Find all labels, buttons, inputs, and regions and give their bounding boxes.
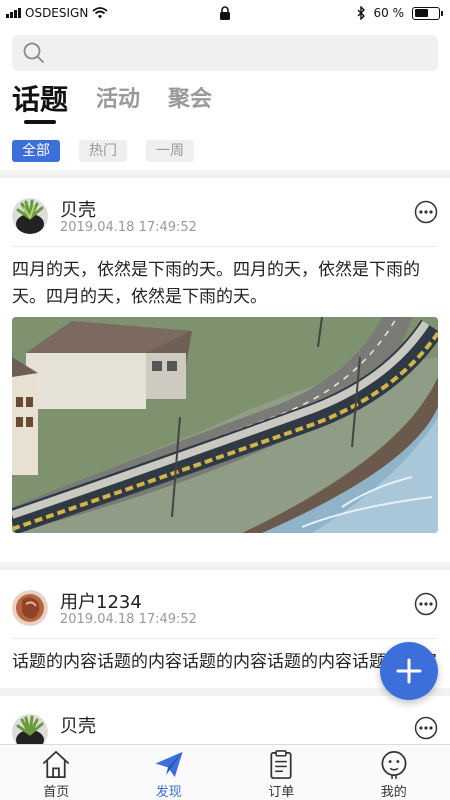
- section-separator: [0, 170, 450, 178]
- plus-icon: [396, 658, 422, 684]
- nav-mine-label: 我的: [380, 785, 407, 800]
- post-photo[interactable]: [12, 317, 438, 533]
- nav-discover-label: 发现: [155, 785, 182, 800]
- search-bar[interactable]: [12, 35, 438, 71]
- nav-orders-label: 订单: [268, 785, 295, 800]
- battery-percent: 60 %: [373, 6, 405, 20]
- section-separator: [0, 562, 450, 570]
- clipboard-icon: [270, 750, 292, 779]
- carrier-name: OSDESIGN: [25, 6, 89, 20]
- tab-activities[interactable]: 活动: [96, 84, 140, 116]
- nav-mine[interactable]: 我的: [338, 745, 450, 800]
- post-text: 四月的天，依然是下雨的天。四月的天，依然是下雨的天。四月的天，依然是下雨的天。: [12, 260, 420, 307]
- bottom-nav: 首页 发现 订单 我的: [0, 744, 450, 800]
- topic-tabs: 话题 活动 聚会: [12, 84, 212, 124]
- filter-week[interactable]: 一周: [146, 140, 194, 162]
- post-time: 2019.04.18 17:49:52: [60, 220, 197, 235]
- avatar[interactable]: [12, 198, 48, 234]
- tab-gatherings[interactable]: 聚会: [168, 84, 212, 116]
- filter-all[interactable]: 全部: [12, 140, 60, 162]
- add-post-button[interactable]: [380, 642, 438, 700]
- battery-icon: [412, 6, 443, 20]
- filter-chips: 全部 热门 一周: [12, 140, 194, 162]
- home-icon: [43, 751, 70, 778]
- search-icon: [23, 42, 44, 63]
- more-icon[interactable]: [414, 200, 438, 224]
- nav-discover[interactable]: 发现: [113, 745, 226, 800]
- post-card[interactable]: 贝壳 2019.04.18 17:49:52 四月的天，依然是下雨的天。四月的天…: [12, 196, 438, 533]
- paper-plane-icon: [155, 751, 183, 778]
- post-username[interactable]: 贝壳: [60, 712, 96, 738]
- user-face-icon: [381, 751, 407, 780]
- nav-orders[interactable]: 订单: [225, 745, 338, 800]
- post-username[interactable]: 用户1234: [60, 588, 142, 614]
- nav-home-label: 首页: [43, 785, 70, 800]
- tab-topics[interactable]: 话题: [12, 84, 68, 124]
- post-username[interactable]: 贝壳: [60, 196, 96, 222]
- section-separator: [0, 688, 450, 696]
- more-icon[interactable]: [414, 592, 438, 616]
- signal-icon: [6, 8, 21, 18]
- post-card[interactable]: 用户1234 2019.04.18 17:49:52 话题的内容话题的内容话题的…: [12, 588, 438, 676]
- post-time: 2019.04.18 17:49:52: [60, 612, 197, 627]
- nav-home[interactable]: 首页: [0, 745, 113, 800]
- wifi-icon: [92, 7, 108, 19]
- lock-icon: [220, 6, 230, 20]
- avatar[interactable]: [12, 590, 48, 626]
- more-icon[interactable]: [414, 716, 438, 740]
- bluetooth-icon: [357, 6, 365, 20]
- post-text: 话题的内容话题的内容话题的内容话题的内容话题的内容: [12, 652, 437, 672]
- filter-hot[interactable]: 热门: [79, 140, 127, 162]
